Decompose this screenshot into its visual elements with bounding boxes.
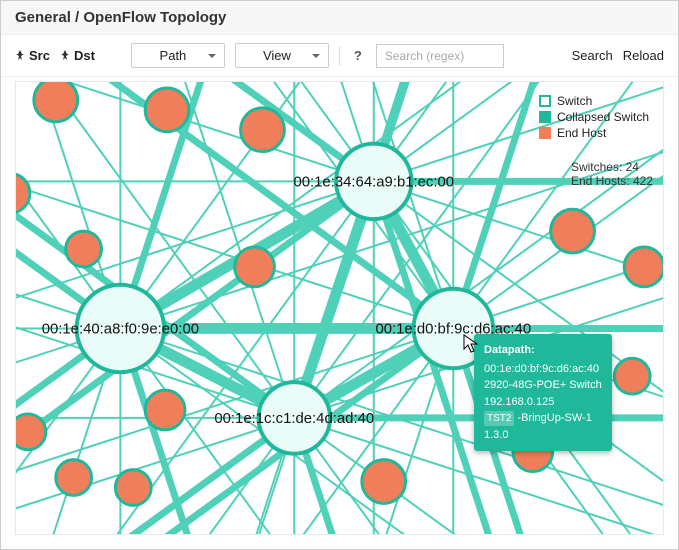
end-host-node[interactable] <box>115 470 151 506</box>
dst-pin[interactable]: Dst <box>60 48 95 63</box>
switch-label: 00:1e:1c:c1:de:4d:ad:40 <box>214 411 374 427</box>
separator <box>339 46 340 66</box>
tooltip-ip: 192.168.0.125 <box>484 394 602 411</box>
end-host-node[interactable] <box>145 390 185 430</box>
end-host-node[interactable] <box>551 209 595 253</box>
search-input[interactable] <box>376 44 504 68</box>
legend-collapsed-switch: Collapsed Switch <box>539 110 649 124</box>
switch-label: 00:1e:40:a8:f0:9e:e0:00 <box>42 321 199 337</box>
help-button[interactable]: ? <box>350 48 366 63</box>
end-host-node[interactable] <box>362 460 406 504</box>
endhost-count: End Hosts: 422 <box>571 174 653 188</box>
page-title: General / OpenFlow Topology <box>1 1 678 35</box>
end-host-node[interactable] <box>34 82 78 122</box>
path-label: Path <box>160 48 187 63</box>
end-host-node[interactable] <box>241 108 285 152</box>
tooltip-mac: 00:1e:d0:bf:9c:d6:ac:40 <box>484 361 602 378</box>
tooltip-version: 1.3.0 <box>484 427 602 444</box>
toolbar: Src Dst Path View ? Search Reload <box>1 35 678 77</box>
end-host-node[interactable] <box>614 358 650 394</box>
switch-label: 00:1e:34:64:a9:b1:ec:00 <box>293 174 454 190</box>
end-host-node[interactable] <box>66 231 102 267</box>
topology-svg: 00:1e:34:64:a9:b1:ec:00 00:1e:40:a8:f0:9e… <box>16 82 663 535</box>
view-dropdown[interactable]: View <box>235 43 329 68</box>
view-label: View <box>263 48 291 63</box>
src-label: Src <box>29 48 50 63</box>
pin-icon <box>15 48 25 63</box>
switch-count: Switches: 24 <box>571 160 653 174</box>
end-host-node[interactable] <box>56 460 92 496</box>
legend-switch: Switch <box>539 94 649 108</box>
end-host-node[interactable] <box>624 247 663 287</box>
legend-end-host: End Host <box>539 126 649 140</box>
dst-label: Dst <box>74 48 95 63</box>
end-host-node[interactable] <box>235 247 275 287</box>
src-pin[interactable]: Src <box>15 48 50 63</box>
path-dropdown[interactable]: Path <box>131 43 225 68</box>
search-button[interactable]: Search <box>572 48 613 63</box>
node-tooltip: Datapath: 00:1e:d0:bf:9c:d6:ac:40 2920-4… <box>474 334 612 451</box>
tooltip-model: 2920-48G-POE+ Switch <box>484 377 602 394</box>
topology-canvas[interactable]: 00:1e:34:64:a9:b1:ec:00 00:1e:40:a8:f0:9e… <box>15 81 664 535</box>
tooltip-name-row: TST2-BringUp-SW-1 <box>484 410 602 427</box>
end-host-node[interactable] <box>16 414 46 450</box>
end-host-node[interactable] <box>16 173 30 213</box>
stats: Switches: 24 End Hosts: 422 <box>571 160 653 188</box>
pin-icon <box>60 48 70 63</box>
end-host-node[interactable] <box>145 88 189 132</box>
tooltip-header: Datapath: <box>484 342 602 359</box>
legend: Switch Collapsed Switch End Host <box>535 88 653 146</box>
reload-button[interactable]: Reload <box>623 48 664 63</box>
